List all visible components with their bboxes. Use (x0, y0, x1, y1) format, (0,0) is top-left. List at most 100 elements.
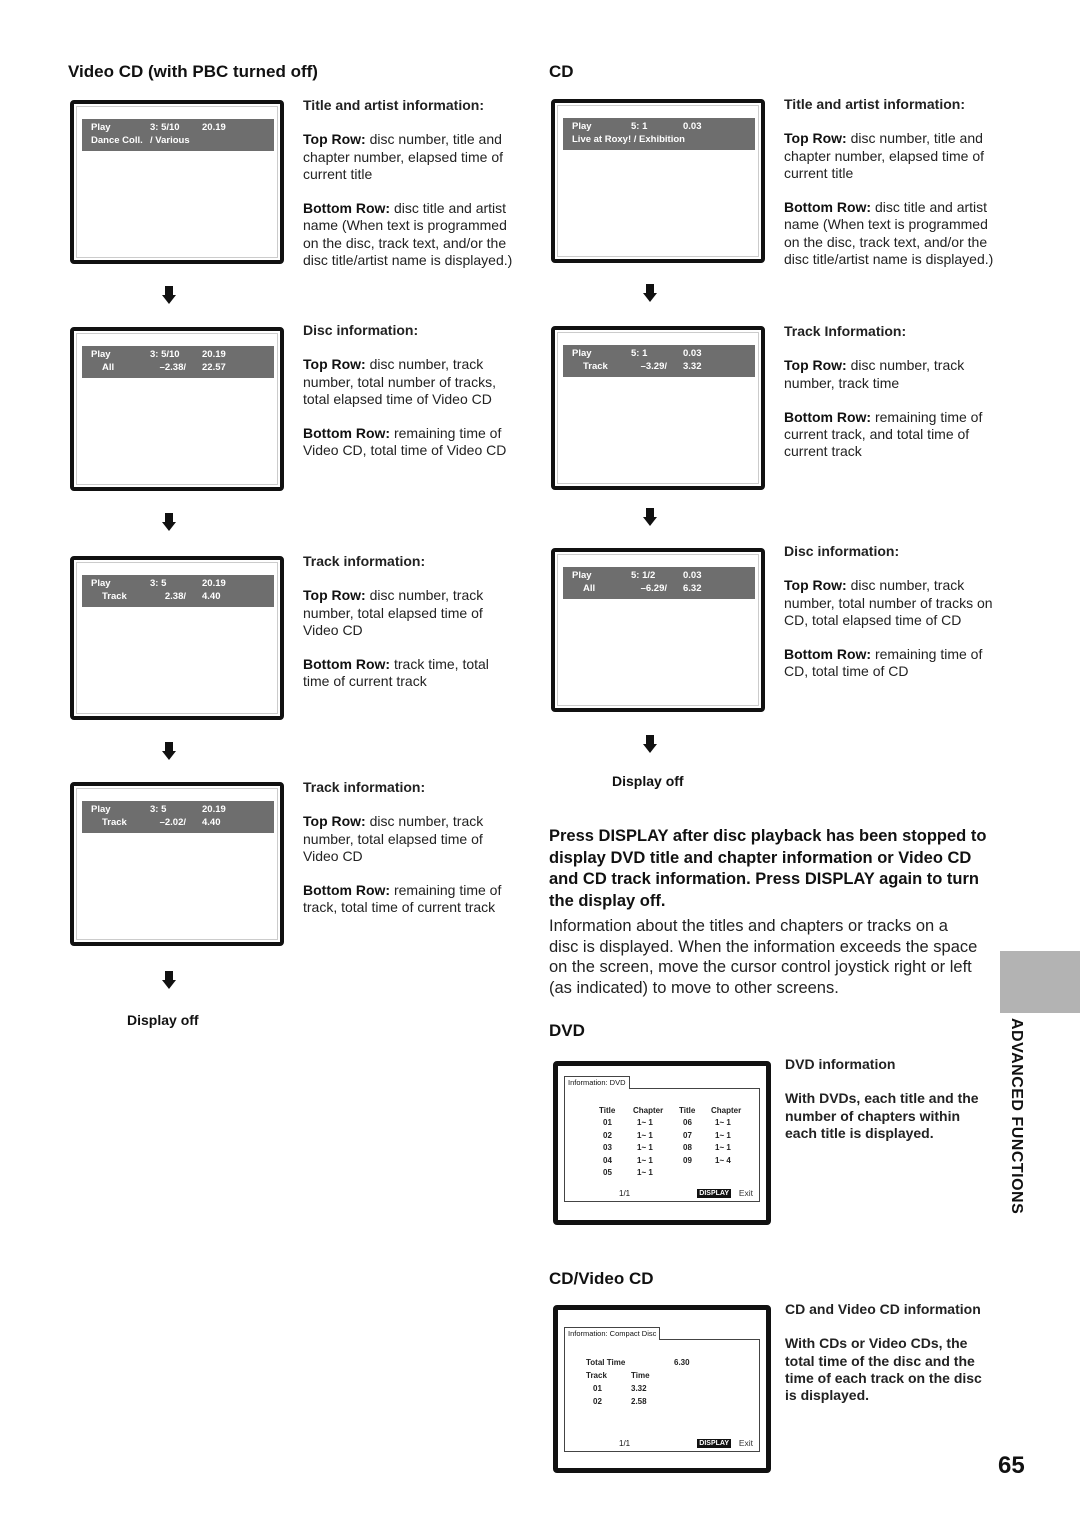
bottom-row-description: Bottom Row: disc title and artist name (… (303, 200, 513, 269)
chapter-range: 1~ 1 (715, 1143, 731, 1152)
osd-remaining: –3.29/ (640, 361, 667, 372)
osd-elapsed: 0.03 (683, 121, 702, 132)
vcd-display-off-label: Display off (127, 1012, 199, 1028)
osd-disc-track: 5: 1 (631, 121, 648, 132)
osd-top-row: Play 3: 5/10 20.19 (82, 122, 274, 136)
osd-total: 4.40 (202, 817, 221, 828)
osd-top-row: Play 3: 5 20.19 (82, 578, 274, 592)
vcd-description-1: Title and artist information: Top Row: di… (303, 97, 513, 286)
vcd-description-3: Track information: Top Row: disc number, … (303, 553, 513, 708)
arrow-down-icon (162, 286, 176, 304)
top-row-description: Top Row: disc number, title and chapter … (784, 130, 985, 181)
osd-info-label: All (583, 583, 596, 594)
osd-remaining: –2.02/ (159, 817, 186, 828)
dvd-info-heading: DVD information (785, 1056, 896, 1072)
dvd-info-body: With DVDs, each title and the number of … (785, 1090, 979, 1141)
column-header: Track (586, 1371, 607, 1380)
osd-elapsed: 20.19 (202, 804, 226, 815)
description-heading: Track Information: (784, 323, 907, 339)
cd-info-panel: Information: Compact Disc Total Time 6.30… (564, 1327, 760, 1452)
osd-bar: Play 5: 1 0.03 Track –3.29/3.32 (563, 345, 755, 377)
osd-mode: Play (91, 349, 111, 360)
cd-info-tab: Information: Compact Disc (564, 1327, 661, 1340)
arrow-down-icon (162, 513, 176, 531)
title-number: 06 (683, 1118, 692, 1127)
osd-disc-track: 3: 5/10 (150, 349, 180, 360)
osd-mode: Play (572, 121, 592, 132)
exit-label: Exit (738, 1438, 753, 1448)
cd-display-off-label: Display off (612, 773, 684, 789)
osd-bar: Play 3: 5/10 20.19 All –2.38/22.57 (82, 346, 274, 378)
top-row-description: Top Row: disc number, track number, tota… (303, 587, 484, 638)
column-header: Time (631, 1371, 650, 1380)
display-button[interactable]: DISPLAY (697, 1439, 731, 1448)
cd-screen-3: Play 5: 1/2 0.03 All –6.29/6.32 (551, 548, 765, 712)
osd-bar: Play 3: 5 20.19 Track 2.38/4.40 (82, 575, 274, 607)
osd-mode: Play (91, 804, 111, 815)
chapter-range: 1~ 1 (715, 1118, 731, 1127)
title-number: 04 (603, 1155, 612, 1165)
cd-info-heading: CD and Video CD information (785, 1301, 981, 1317)
dvd-info-description: DVD information With DVDs, each title an… (785, 1056, 985, 1159)
display-button[interactable]: DISPLAY (697, 1189, 731, 1198)
page-number: 65 (998, 1452, 1025, 1479)
osd-total: 4.40 (202, 591, 221, 602)
osd-top-row: Play 5: 1 0.03 (563, 348, 755, 362)
osd-remaining: –2.38/ (159, 362, 186, 373)
vcd-description-2: Disc information: Top Row: disc number, t… (303, 322, 513, 477)
chapter-range: 1~ 1 (637, 1143, 653, 1152)
chapter-tab-label: ADVANCED FUNCTIONS (1008, 1018, 1025, 1215)
title-number: 02 (603, 1130, 612, 1140)
osd-elapsed: 20.19 (202, 349, 226, 360)
osd-disc-track: 3: 5/10 (150, 122, 180, 133)
vcd-description-4: Track information: Top Row: disc number, … (303, 779, 513, 934)
column-header: Title (599, 1106, 616, 1115)
bottom-row-description: Bottom Row: remaining time of Video CD, … (303, 425, 507, 459)
osd-total: 6.32 (683, 583, 702, 594)
cd-page-indicator: 1/1 (619, 1439, 631, 1448)
osd-disc-track: 3: 5 (150, 804, 167, 815)
osd-bottom-row: Track –2.02/4.40 (82, 817, 274, 831)
description-heading: Track information: (303, 553, 426, 569)
chapter-range: 1~ 1 (637, 1155, 653, 1165)
arrow-down-icon (162, 971, 176, 989)
column-header: Chapter (711, 1106, 742, 1115)
section-title-dvd: DVD (549, 1021, 585, 1040)
track-number: 02 (593, 1396, 602, 1406)
osd-disc-track: 3: 5 (150, 578, 167, 589)
cd-description-2: Track Information: Top Row: disc number, … (784, 323, 994, 478)
chapter-range: 1~ 1 (637, 1168, 653, 1177)
osd-mode: Play (91, 578, 111, 589)
osd-bar: Play 5: 1 0.03 Live at Roxy! / Exhibition (563, 118, 755, 150)
column-header: Title (679, 1106, 696, 1115)
chapter-range: 1~ 4 (715, 1155, 731, 1165)
title-number: 01 (603, 1118, 612, 1127)
osd-info-label: All (102, 362, 115, 373)
chapter-range: 1~ 1 (715, 1130, 731, 1140)
osd-top-row: Play 5: 1 0.03 (563, 121, 755, 135)
title-number: 09 (683, 1155, 692, 1165)
vcd-screen-1: Play 3: 5/10 20.19 Dance Coll. / Various (70, 100, 284, 264)
bottom-row-description: Bottom Row: disc title and artist name (… (784, 199, 994, 268)
cd-screen-2: Play 5: 1 0.03 Track –3.29/3.32 (551, 326, 765, 490)
osd-remaining: –6.29/ (640, 583, 667, 594)
description-heading: Disc information: (303, 322, 419, 338)
osd-info-label: Dance Coll. (91, 135, 143, 146)
section-title-video-cd: Video CD (with PBC turned off) (68, 62, 318, 81)
total-time-label: Total Time (586, 1358, 626, 1367)
osd-mode: Play (572, 348, 592, 359)
dvd-info-panel: Information: DVD Title Chapter Title Chapte… (564, 1076, 760, 1202)
cd-info-screen: Information: Compact Disc Total Time 6.30… (553, 1305, 771, 1473)
osd-disc-track: 5: 1 (631, 348, 648, 359)
vcd-screen-4: Play 3: 5 20.19 Track –2.02/4.40 (70, 782, 284, 946)
chapter-range: 1~ 1 (637, 1130, 653, 1140)
osd-mode: Play (91, 122, 111, 133)
top-row-description: Top Row: disc number, track number, tota… (784, 577, 993, 628)
osd-bottom-row: All –6.29/6.32 (563, 583, 755, 597)
instructions-body: Information about the titles and chapter… (549, 917, 978, 997)
osd-elapsed: 20.19 (202, 122, 226, 133)
vcd-screen-2: Play 3: 5/10 20.19 All –2.38/22.57 (70, 327, 284, 491)
osd-total: 22.57 (202, 362, 226, 373)
description-heading: Title and artist information: (303, 97, 484, 113)
section-title-cd-video-cd: CD/Video CD (549, 1269, 654, 1288)
